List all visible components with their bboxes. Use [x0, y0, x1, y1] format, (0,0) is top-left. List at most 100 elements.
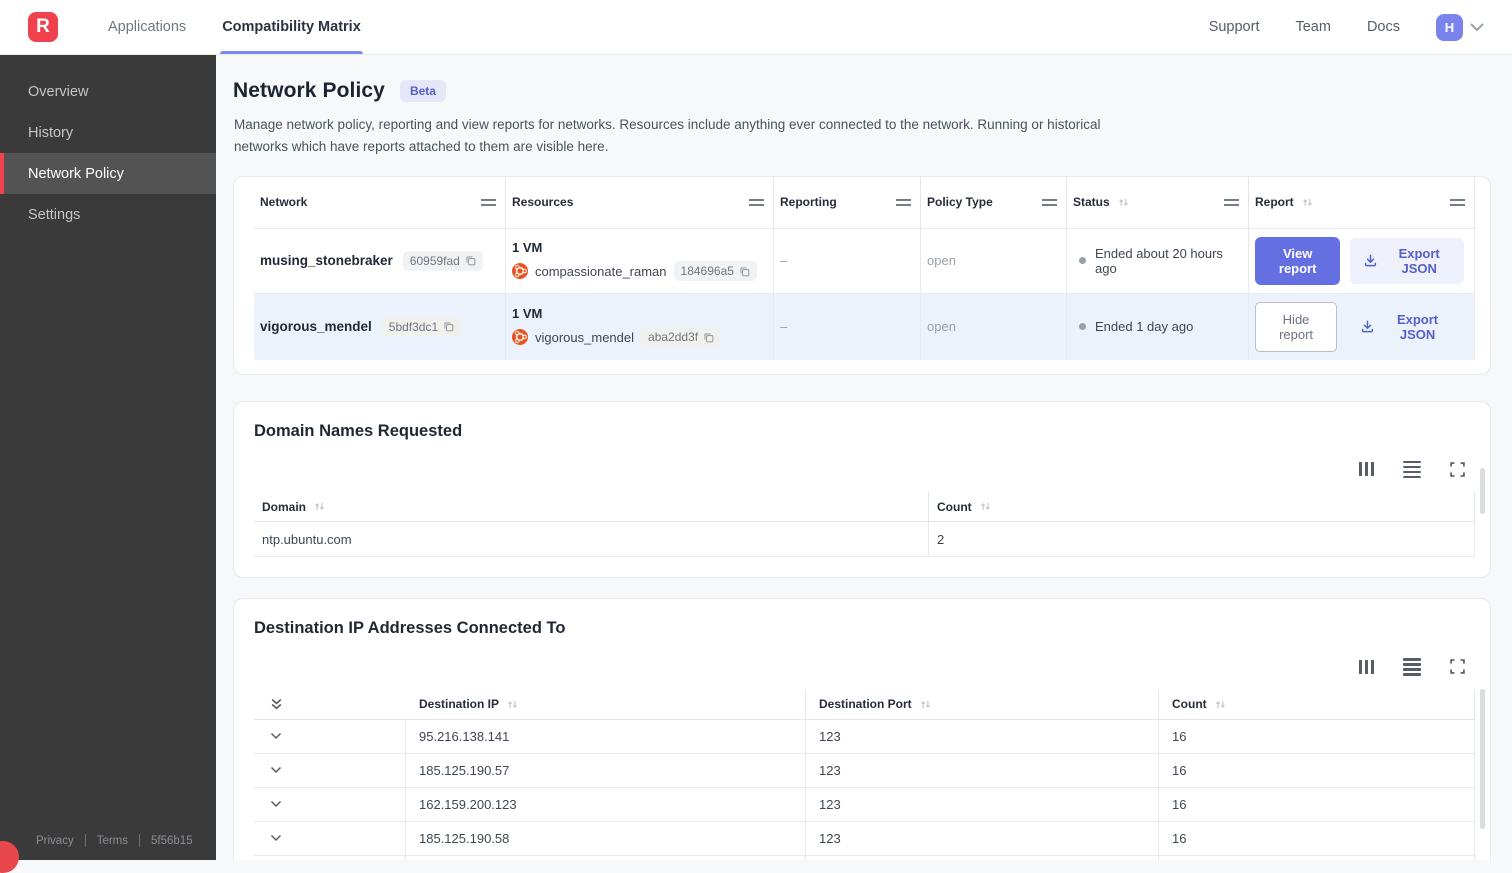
nav-link-support[interactable]: Support — [1209, 19, 1260, 35]
domains-table-header: Domain Count — [254, 492, 1475, 523]
destination-ip-cell: 185.125.190.58 — [406, 821, 806, 855]
main-content: Network Policy Beta Manage network polic… — [216, 55, 1512, 860]
sidebar: Overview History Network Policy Settings… — [0, 55, 216, 860]
top-navbar: R Applications Compatibility Matrix Supp… — [0, 0, 1512, 55]
resources-cell: 1 VM compassionate_raman 184696a5 — [506, 228, 774, 293]
columns-view-icon[interactable] — [1358, 659, 1374, 674]
export-json-button[interactable]: Export JSON — [1347, 304, 1464, 350]
terms-link[interactable]: Terms — [97, 835, 128, 847]
primary-nav: Applications Compatibility Matrix — [108, 0, 363, 54]
column-resize-handle[interactable] — [1224, 198, 1239, 206]
count-cell: 16 — [1159, 753, 1475, 787]
app-logo[interactable]: R — [28, 12, 58, 42]
column-header-count: Count — [1159, 689, 1475, 719]
nav-link-team[interactable]: Team — [1295, 19, 1330, 35]
network-id-badge: 5bdf3dc1 — [381, 316, 462, 337]
column-header-report: Report — [1249, 176, 1475, 228]
row-expand-cell — [254, 753, 406, 787]
sort-icon[interactable] — [1302, 197, 1313, 208]
copy-icon[interactable] — [465, 255, 476, 266]
row-density-icon[interactable] — [1403, 658, 1421, 676]
destination-ip-cell: 185.125.190.57 — [406, 753, 806, 787]
count-cell: 2 — [929, 522, 1475, 557]
page-title: Network Policy — [233, 79, 385, 102]
sidebar-item-settings[interactable]: Settings — [0, 194, 216, 235]
chevron-down-icon[interactable] — [270, 800, 282, 808]
footer-divider — [84, 834, 86, 847]
row-expand-cell — [254, 821, 406, 855]
status-text: Ended 1 day ago — [1095, 319, 1194, 335]
policy-type-cell: open — [921, 293, 1067, 360]
sort-icon[interactable] — [507, 699, 518, 710]
view-report-button[interactable]: View report — [1255, 236, 1341, 285]
column-resize-handle[interactable] — [749, 198, 764, 206]
networks-card: Network Resources Reporting Policy Type … — [233, 175, 1491, 375]
network-name-cell: musing_stonebraker 60959fad — [254, 228, 506, 293]
hide-report-button[interactable]: Hide report — [1255, 301, 1338, 352]
vm-count: 1 VM — [512, 240, 543, 256]
network-row[interactable]: musing_stonebraker 60959fad 1 VM compass… — [254, 227, 1475, 293]
resource-id-badge: 184696a5 — [673, 261, 757, 282]
reporting-cell: – — [774, 228, 921, 293]
column-header-count: Count — [929, 492, 1475, 522]
row-expand-cell — [254, 719, 406, 753]
destination-row: 162.159.200.123 123 16 — [254, 787, 1475, 822]
network-id-badge: 60959fad — [402, 250, 483, 271]
page-description: Manage network policy, reporting and vie… — [234, 117, 1101, 155]
domains-card: Domain Names Requested Domain Count ntp.… — [233, 400, 1491, 579]
column-header-network: Network — [254, 176, 506, 228]
sidebar-nav: Overview History Network Policy Settings — [0, 71, 216, 235]
expand-all-icon[interactable] — [270, 698, 283, 711]
column-resize-handle[interactable] — [1450, 198, 1465, 206]
status-text: Ended about 20 hours ago — [1095, 245, 1223, 276]
count-cell: 16 — [1159, 787, 1475, 821]
card-title: Domain Names Requested — [254, 421, 463, 440]
network-row-selected[interactable]: vigorous_mendel 5bdf3dc1 1 VM vigorous_m… — [254, 292, 1475, 360]
copy-icon[interactable] — [739, 266, 750, 277]
column-header-policy-type: Policy Type — [921, 176, 1067, 228]
chevron-down-icon[interactable] — [270, 766, 282, 774]
user-menu[interactable]: H — [1436, 13, 1484, 41]
sidebar-item-overview[interactable]: Overview — [0, 71, 216, 112]
column-resize-handle[interactable] — [1042, 198, 1057, 206]
export-json-button[interactable]: Export JSON — [1350, 237, 1464, 284]
row-density-icon[interactable] — [1403, 460, 1421, 479]
column-header-reporting: Reporting — [774, 176, 921, 228]
vm-count: 1 VM — [512, 306, 543, 322]
sort-icon[interactable] — [920, 699, 931, 710]
columns-view-icon[interactable] — [1358, 462, 1374, 477]
tab-applications[interactable]: Applications — [108, 0, 186, 54]
chevron-down-icon — [1470, 23, 1484, 32]
column-header-resources: Resources — [506, 176, 774, 228]
scrollbar-thumb[interactable] — [1480, 689, 1485, 830]
copy-icon[interactable] — [443, 321, 454, 332]
column-resize-handle[interactable] — [896, 198, 911, 206]
sort-icon[interactable] — [1118, 197, 1129, 208]
sidebar-item-history[interactable]: History — [0, 112, 216, 153]
scrollbar-thumb[interactable] — [1480, 467, 1485, 514]
tab-compatibility-matrix[interactable]: Compatibility Matrix — [220, 0, 363, 54]
status-cell: Ended 1 day ago — [1067, 293, 1249, 360]
network-name: musing_stonebraker — [260, 253, 393, 269]
nav-link-docs[interactable]: Docs — [1367, 19, 1400, 35]
fullscreen-icon[interactable] — [1450, 461, 1465, 477]
privacy-link[interactable]: Privacy — [36, 835, 74, 847]
copy-icon[interactable] — [703, 332, 714, 343]
resource-name: compassionate_raman — [535, 263, 667, 279]
network-name-cell: vigorous_mendel 5bdf3dc1 — [254, 293, 506, 360]
sidebar-item-network-policy[interactable]: Network Policy — [0, 153, 216, 194]
column-header-destination-port: Destination Port — [806, 689, 1159, 719]
download-icon — [1360, 319, 1375, 334]
sort-icon[interactable] — [314, 501, 325, 512]
sort-icon[interactable] — [980, 501, 991, 512]
row-expand-cell — [254, 787, 406, 821]
chevron-down-icon[interactable] — [270, 732, 282, 740]
chevron-down-icon[interactable] — [270, 834, 282, 842]
destination-row: 185.125.190.58 123 16 — [254, 821, 1475, 856]
report-cell: View report Export JSON — [1249, 228, 1475, 293]
fullscreen-icon[interactable] — [1450, 659, 1465, 675]
column-resize-handle[interactable] — [481, 198, 496, 206]
avatar[interactable]: H — [1436, 13, 1463, 41]
sort-icon[interactable] — [1215, 699, 1226, 710]
table-toolbar — [254, 460, 1465, 479]
